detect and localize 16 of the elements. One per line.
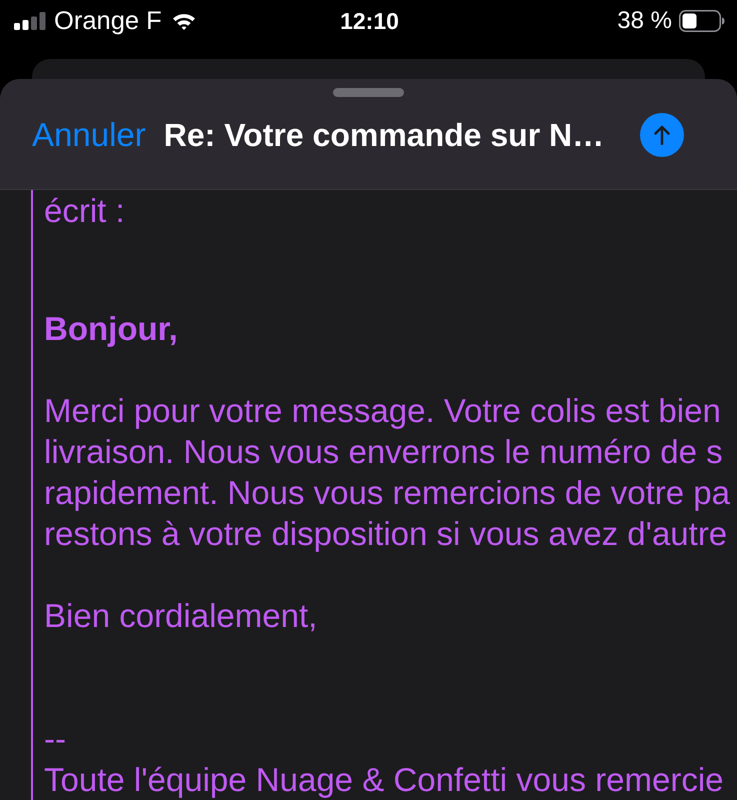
email-signature: -- Toute l'équipe Nuage & Confetti vous remercie	[44, 719, 725, 800]
signal-bars-icon	[14, 12, 46, 30]
greeting-text: Bonjour,	[44, 309, 179, 349]
closing-text: Bien cordialement,	[44, 596, 318, 636]
battery-icon	[679, 10, 725, 32]
clock-time: 12:10	[340, 7, 399, 35]
quote-attribution: écrit :	[44, 191, 126, 231]
cancel-button[interactable]: Annuler	[32, 116, 146, 154]
subject-title: Re: Votre commande sur N…	[164, 116, 604, 154]
carrier-name: Orange F	[54, 7, 162, 35]
arrow-up-icon	[654, 125, 670, 145]
battery-percentage: 38 %	[617, 7, 672, 35]
message-paragraph: Merci pour votre message. Votre colis est bien livraison. Nous vous enverrons le numéro de s rapidement. Nous vous remercions de votre pa restons à votre disposition si vous avez d'autre	[44, 391, 732, 554]
grabber-handle[interactable]	[333, 88, 404, 97]
wifi-icon	[172, 12, 196, 30]
send-button[interactable]	[640, 113, 684, 157]
